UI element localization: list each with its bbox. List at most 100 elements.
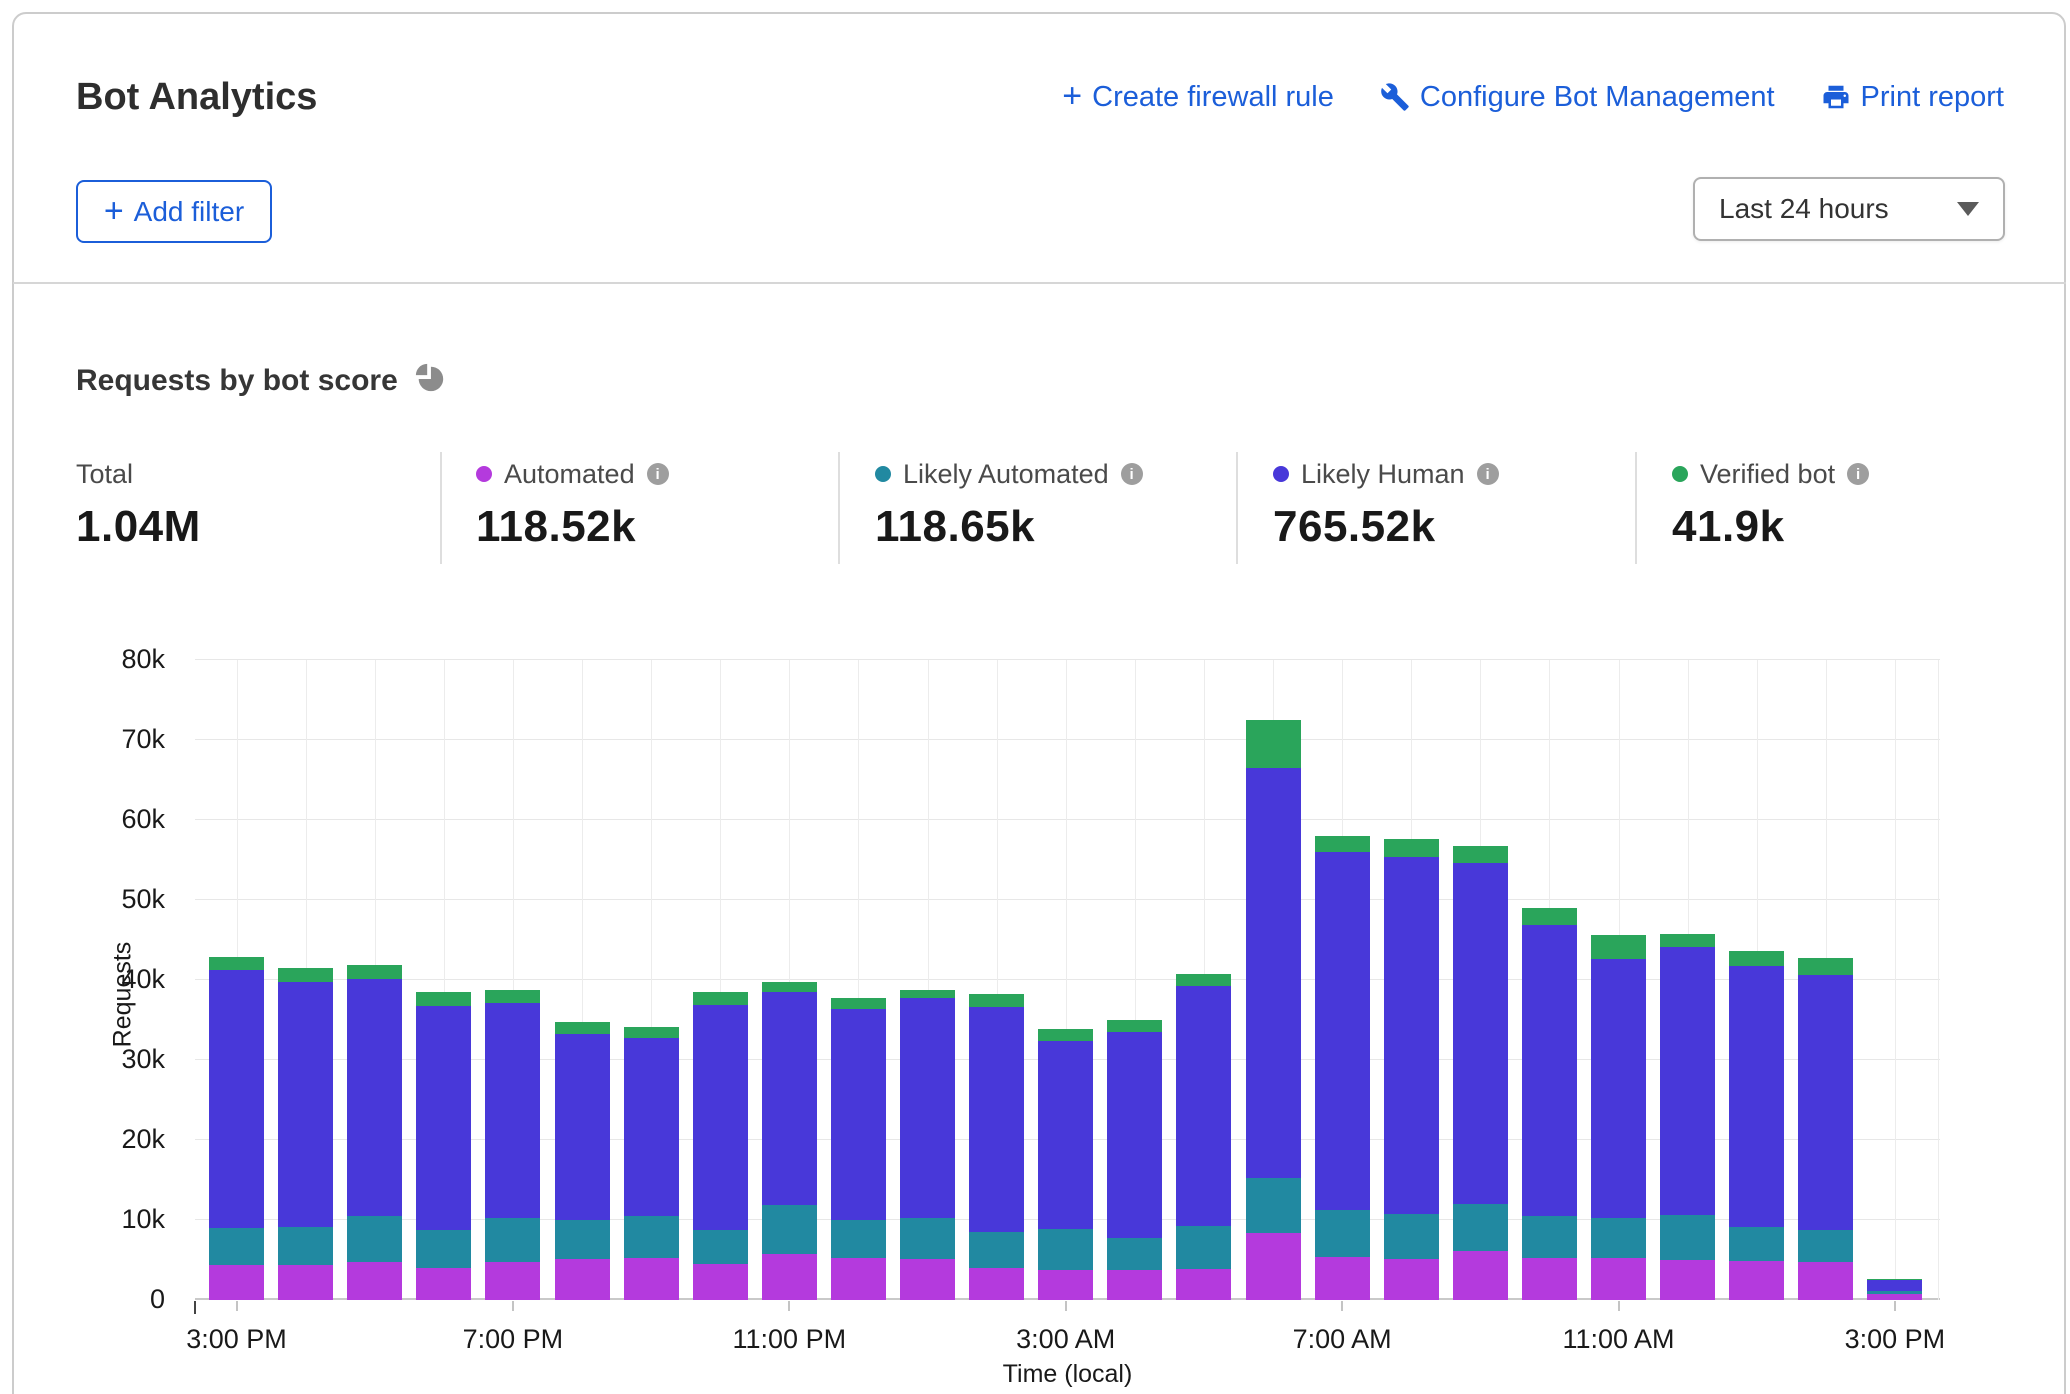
bar-segment-likely-human[interactable] [347,979,402,1216]
bar-segment-verified-bot[interactable] [1660,934,1715,948]
bar-segment-verified-bot[interactable] [624,1027,679,1038]
bar-segment-likely-human[interactable] [209,970,264,1228]
bar-segment-likely-automated[interactable] [900,1218,955,1259]
bar-segment-automated[interactable] [1246,1233,1301,1300]
bar-segment-likely-automated[interactable] [1660,1215,1715,1260]
bar-segment-likely-human[interactable] [1315,852,1370,1210]
bar-segment-verified-bot[interactable] [1176,974,1231,986]
bar-segment-likely-automated[interactable] [1315,1210,1370,1256]
bar-segment-automated[interactable] [1107,1270,1162,1300]
bar-segment-automated[interactable] [1591,1258,1646,1300]
bar-segment-automated[interactable] [555,1259,610,1300]
bar-segment-automated[interactable] [693,1264,748,1300]
bar-11-00-am[interactable] [1591,935,1646,1300]
bar-segment-automated[interactable] [1453,1251,1508,1300]
bar-segment-verified-bot[interactable] [1384,839,1439,857]
bar-3-00-pm[interactable] [209,957,264,1300]
bar-1-00-am[interactable] [900,990,955,1300]
bar-segment-automated[interactable] [347,1262,402,1300]
bar-segment-verified-bot[interactable] [1107,1020,1162,1032]
bar-segment-verified-bot[interactable] [1798,958,1853,975]
bar-segment-automated[interactable] [1867,1294,1922,1300]
bar-segment-automated[interactable] [416,1268,471,1300]
bar-segment-likely-human[interactable] [900,998,955,1218]
bar-segment-verified-bot[interactable] [1038,1029,1093,1041]
info-icon[interactable]: i [647,463,669,485]
bar-segment-verified-bot[interactable] [1453,846,1508,863]
bar-segment-likely-human[interactable] [831,1009,886,1220]
bar-8-00-am[interactable] [1384,839,1439,1300]
bar-segment-automated[interactable] [1729,1261,1784,1300]
bar-segment-verified-bot[interactable] [1315,836,1370,852]
bar-segment-likely-human[interactable] [693,1005,748,1230]
bar-6-00-am[interactable] [1246,720,1301,1300]
bar-3-00-am[interactable] [1038,1029,1093,1300]
bar-segment-likely-human[interactable] [1660,947,1715,1215]
configure-bot-management-link[interactable]: Configure Bot Management [1380,81,1775,114]
bar-2-00-am[interactable] [969,994,1024,1300]
bar-4-00-pm[interactable] [278,968,333,1300]
print-report-link[interactable]: Print report [1821,81,2004,114]
bar-segment-likely-human[interactable] [1867,1280,1922,1291]
bar-segment-automated[interactable] [1798,1262,1853,1300]
bar-segment-verified-bot[interactable] [347,965,402,979]
bar-segment-likely-automated[interactable] [555,1220,610,1259]
bar-segment-likely-automated[interactable] [1176,1226,1231,1269]
bar-segment-likely-automated[interactable] [485,1218,540,1262]
bar-segment-verified-bot[interactable] [1522,908,1577,925]
bar-segment-likely-automated[interactable] [1453,1204,1508,1251]
bar-segment-verified-bot[interactable] [278,968,333,982]
bar-segment-automated[interactable] [485,1262,540,1300]
bar-segment-likely-automated[interactable] [693,1230,748,1264]
bar-segment-likely-human[interactable] [1176,986,1231,1226]
bar-9-00-am[interactable] [1453,846,1508,1300]
bar-segment-likely-human[interactable] [555,1034,610,1220]
bar-segment-likely-automated[interactable] [278,1227,333,1265]
bar-segment-likely-human[interactable] [1038,1041,1093,1229]
bar-segment-verified-bot[interactable] [1729,951,1784,966]
bar-segment-verified-bot[interactable] [900,990,955,998]
bar-segment-likely-human[interactable] [1729,966,1784,1227]
bar-10-00-am[interactable] [1522,908,1577,1300]
bar-segment-automated[interactable] [969,1268,1024,1300]
bar-segment-automated[interactable] [209,1265,264,1300]
bar-segment-likely-automated[interactable] [1038,1229,1093,1270]
bar-segment-verified-bot[interactable] [485,990,540,1003]
bar-7-00-pm[interactable] [485,990,540,1300]
bar-segment-automated[interactable] [1038,1270,1093,1300]
bar-segment-automated[interactable] [900,1259,955,1300]
bar-segment-likely-human[interactable] [416,1006,471,1229]
bar-segment-verified-bot[interactable] [209,957,264,970]
bar-segment-likely-automated[interactable] [1107,1238,1162,1269]
bar-segment-likely-automated[interactable] [624,1216,679,1258]
bar-segment-likely-automated[interactable] [347,1216,402,1262]
bar-11-00-pm[interactable] [762,982,817,1300]
bar-segment-likely-automated[interactable] [1384,1214,1439,1259]
bar-segment-automated[interactable] [1660,1260,1715,1300]
bar-segment-automated[interactable] [278,1265,333,1300]
bar-segment-likely-human[interactable] [1453,863,1508,1204]
bar-segment-automated[interactable] [1176,1269,1231,1300]
bar-6-00-pm[interactable] [416,992,471,1300]
bar-segment-likely-automated[interactable] [1522,1216,1577,1258]
bar-12-00-pm[interactable] [1660,934,1715,1300]
bar-2-00-pm[interactable] [1798,958,1853,1300]
bar-7-00-am[interactable] [1315,836,1370,1300]
bar-segment-verified-bot[interactable] [1246,720,1301,768]
bar-segment-automated[interactable] [831,1258,886,1300]
bar-segment-likely-human[interactable] [1522,925,1577,1216]
bar-segment-likely-human[interactable] [1798,975,1853,1229]
bar-segment-likely-human[interactable] [1107,1032,1162,1238]
bar-segment-likely-automated[interactable] [969,1232,1024,1268]
bar-segment-likely-human[interactable] [624,1038,679,1216]
bar-segment-automated[interactable] [624,1258,679,1300]
info-icon[interactable]: i [1847,463,1869,485]
add-filter-button[interactable]: + Add filter [76,180,272,243]
bar-segment-automated[interactable] [762,1254,817,1300]
bar-segment-likely-automated[interactable] [831,1220,886,1258]
info-icon[interactable]: i [1121,463,1143,485]
bar-segment-automated[interactable] [1522,1258,1577,1300]
bar-segment-likely-automated[interactable] [1591,1218,1646,1258]
bar-segment-verified-bot[interactable] [1591,935,1646,959]
bar-segment-likely-automated[interactable] [1729,1227,1784,1261]
